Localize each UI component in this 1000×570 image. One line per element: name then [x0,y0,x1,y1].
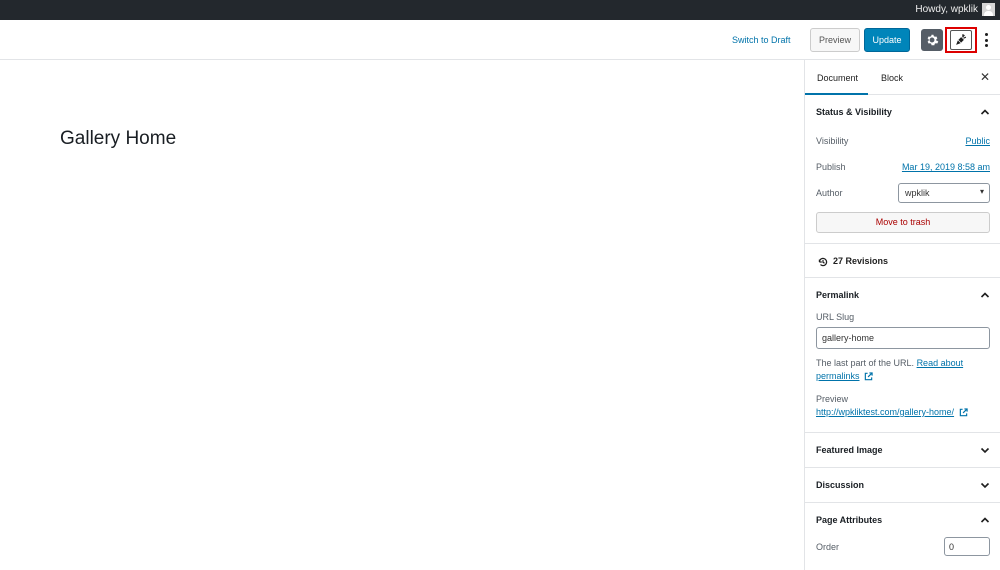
more-menu-button[interactable] [980,30,992,50]
admin-bar: Howdy, wpklik [0,0,1000,20]
tab-document[interactable]: Document [805,60,868,95]
history-icon [818,257,828,267]
order-row: Order 0 [805,537,1000,569]
preview-url-link[interactable]: http://wpkliktest.com/gallery-home/ [816,407,954,417]
visibility-row: Visibility Public [805,129,1000,155]
preview-block: Preview http://wpkliktest.com/gallery-ho… [805,383,1000,419]
order-input[interactable]: 0 [944,537,990,556]
panel-title: Status & Visibility [816,107,892,117]
visibility-value-link[interactable]: Public [965,136,990,146]
editor-header: Switch to Draft Preview Update [0,20,1000,60]
plugin-sidebar-button[interactable] [945,27,977,53]
author-select[interactable]: wpklik ▾ [898,183,990,203]
visibility-label: Visibility [816,136,849,146]
publish-date-link[interactable]: Mar 19, 2019 8:58 am [902,162,990,172]
external-link-icon [864,372,873,381]
permalinks-link[interactable]: permalinks [816,371,860,381]
chevron-up-icon [980,292,990,298]
order-label: Order [816,542,840,552]
chevron-down-icon [980,482,990,489]
chevron-up-icon [980,517,990,523]
tab-block[interactable]: Block [881,73,903,83]
url-slug-label: URL Slug [816,312,855,322]
howdy-greeting[interactable]: Howdy, wpklik [915,4,978,15]
close-icon[interactable]: ✕ [980,71,990,83]
author-label: Author [816,188,843,198]
panel-title: Page Attributes [816,515,883,525]
external-link-icon [959,408,968,417]
read-about-link[interactable]: Read about [917,358,964,368]
permalink-panel: Permalink URL Slug gallery-home The last… [805,278,1000,433]
move-to-trash-button[interactable]: Move to trash [816,212,990,233]
status-visibility-panel: Status & Visibility Visibility Public Pu… [805,95,1000,244]
publish-row: Publish Mar 19, 2019 8:58 am [805,155,1000,181]
panel-title: Permalink [816,290,860,300]
publish-label: Publish [816,162,846,172]
more-vertical-icon [984,33,988,36]
author-select-value: wpklik [905,188,930,198]
featured-image-toggle[interactable]: Featured Image [805,433,1000,467]
discussion-panel: Discussion [805,468,1000,503]
permalink-toggle[interactable]: Permalink [805,278,1000,312]
settings-button[interactable] [921,29,943,51]
carrot-icon [956,33,967,45]
panel-title: Featured Image [816,445,883,455]
settings-sidebar: Document Block ✕ Status & Visibility Vis… [804,60,1000,570]
author-row: Author wpklik ▾ [805,181,1000,208]
user-avatar-icon[interactable] [982,3,995,16]
discussion-toggle[interactable]: Discussion [805,468,1000,502]
help-text: The last part of the URL. [816,358,915,368]
revisions-label: 27 Revisions [833,256,889,266]
revisions-link[interactable]: 27 Revisions [805,244,1000,278]
chevron-down-icon [980,447,990,454]
page-attributes-toggle[interactable]: Page Attributes [805,503,1000,537]
update-button[interactable]: Update [864,28,910,52]
page-attributes-panel: Page Attributes Order 0 [805,503,1000,569]
url-slug-input[interactable]: gallery-home [816,327,990,349]
panel-title: Discussion [816,480,865,490]
status-visibility-toggle[interactable]: Status & Visibility [805,95,1000,129]
preview-label: Preview [816,394,849,404]
switch-to-draft-link[interactable]: Switch to Draft [732,35,791,45]
post-title[interactable]: Gallery Home [60,128,176,150]
sidebar-tabs: Document Block ✕ [805,60,1000,95]
chevron-up-icon [980,109,990,115]
featured-image-panel: Featured Image [805,433,1000,468]
gear-icon [927,34,939,46]
permalink-help: The last part of the URL. Read about per… [805,349,1000,383]
caret-down-icon: ▾ [979,187,984,196]
preview-button[interactable]: Preview [810,28,860,52]
